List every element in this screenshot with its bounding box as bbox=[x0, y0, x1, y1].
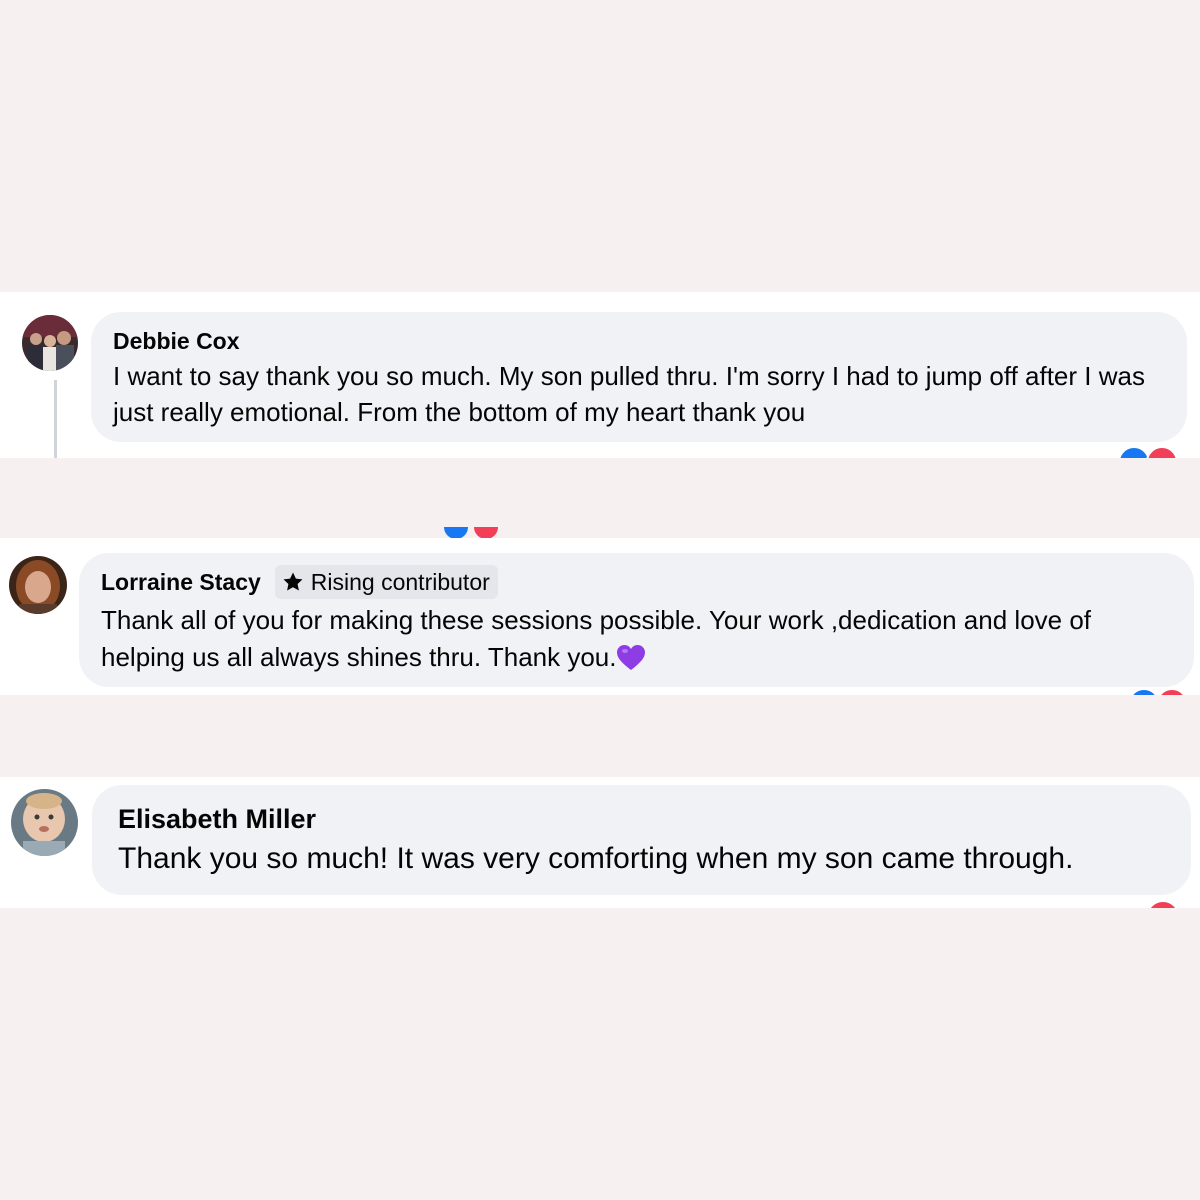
comment-header: Lorraine Stacy Rising contributor bbox=[101, 564, 1172, 600]
comment-body: Thank all of you for making these sessio… bbox=[101, 602, 1172, 676]
comment-bubble: Debbie Cox I want to say thank you so mu… bbox=[91, 312, 1187, 442]
comment-text: I want to say thank you so much. My son … bbox=[113, 361, 1145, 427]
avatar-photo-baby-icon bbox=[11, 789, 78, 856]
comment-text: Thank you so much! It was very comfortin… bbox=[118, 842, 1074, 875]
comment-card-lorraine: Lorraine Stacy Rising contributor Thank … bbox=[0, 538, 1200, 695]
avatar[interactable] bbox=[11, 789, 78, 856]
love-reaction-icon[interactable] bbox=[1146, 446, 1178, 458]
star-icon bbox=[283, 572, 303, 591]
comment-card-elisabeth: Elisabeth Miller Thank you so much! It w… bbox=[0, 777, 1200, 908]
avatar[interactable] bbox=[9, 556, 67, 614]
comment-card-debbie: Debbie Cox I want to say thank you so mu… bbox=[0, 292, 1200, 458]
comment-author[interactable]: Elisabeth Miller bbox=[118, 802, 316, 836]
love-reaction-icon[interactable] bbox=[1156, 688, 1188, 695]
page: { "comments": [ { "author": "Debbie Cox"… bbox=[0, 0, 1200, 1200]
avatar-photo-woman-icon bbox=[9, 556, 67, 614]
purple-heart-icon bbox=[617, 645, 646, 670]
comment-text: Thank all of you for making these sessio… bbox=[101, 605, 1092, 672]
love-reaction-icon[interactable] bbox=[1146, 900, 1180, 908]
like-reaction-icon[interactable] bbox=[1118, 446, 1150, 458]
comment-author[interactable]: Lorraine Stacy bbox=[101, 567, 261, 597]
thread-line bbox=[54, 380, 57, 458]
comment-actions-row bbox=[112, 448, 278, 458]
avatar-photo-group-icon bbox=[22, 315, 78, 371]
comment-author[interactable]: Debbie Cox bbox=[113, 326, 240, 356]
like-reaction-icon[interactable] bbox=[1128, 688, 1160, 695]
rising-contributor-badge[interactable]: Rising contributor bbox=[274, 565, 498, 599]
comment-bubble: Elisabeth Miller Thank you so much! It w… bbox=[92, 785, 1191, 895]
comment-bubble: Lorraine Stacy Rising contributor Thank … bbox=[79, 553, 1194, 687]
badge-label: Rising contributor bbox=[310, 568, 490, 595]
avatar[interactable] bbox=[22, 315, 78, 371]
